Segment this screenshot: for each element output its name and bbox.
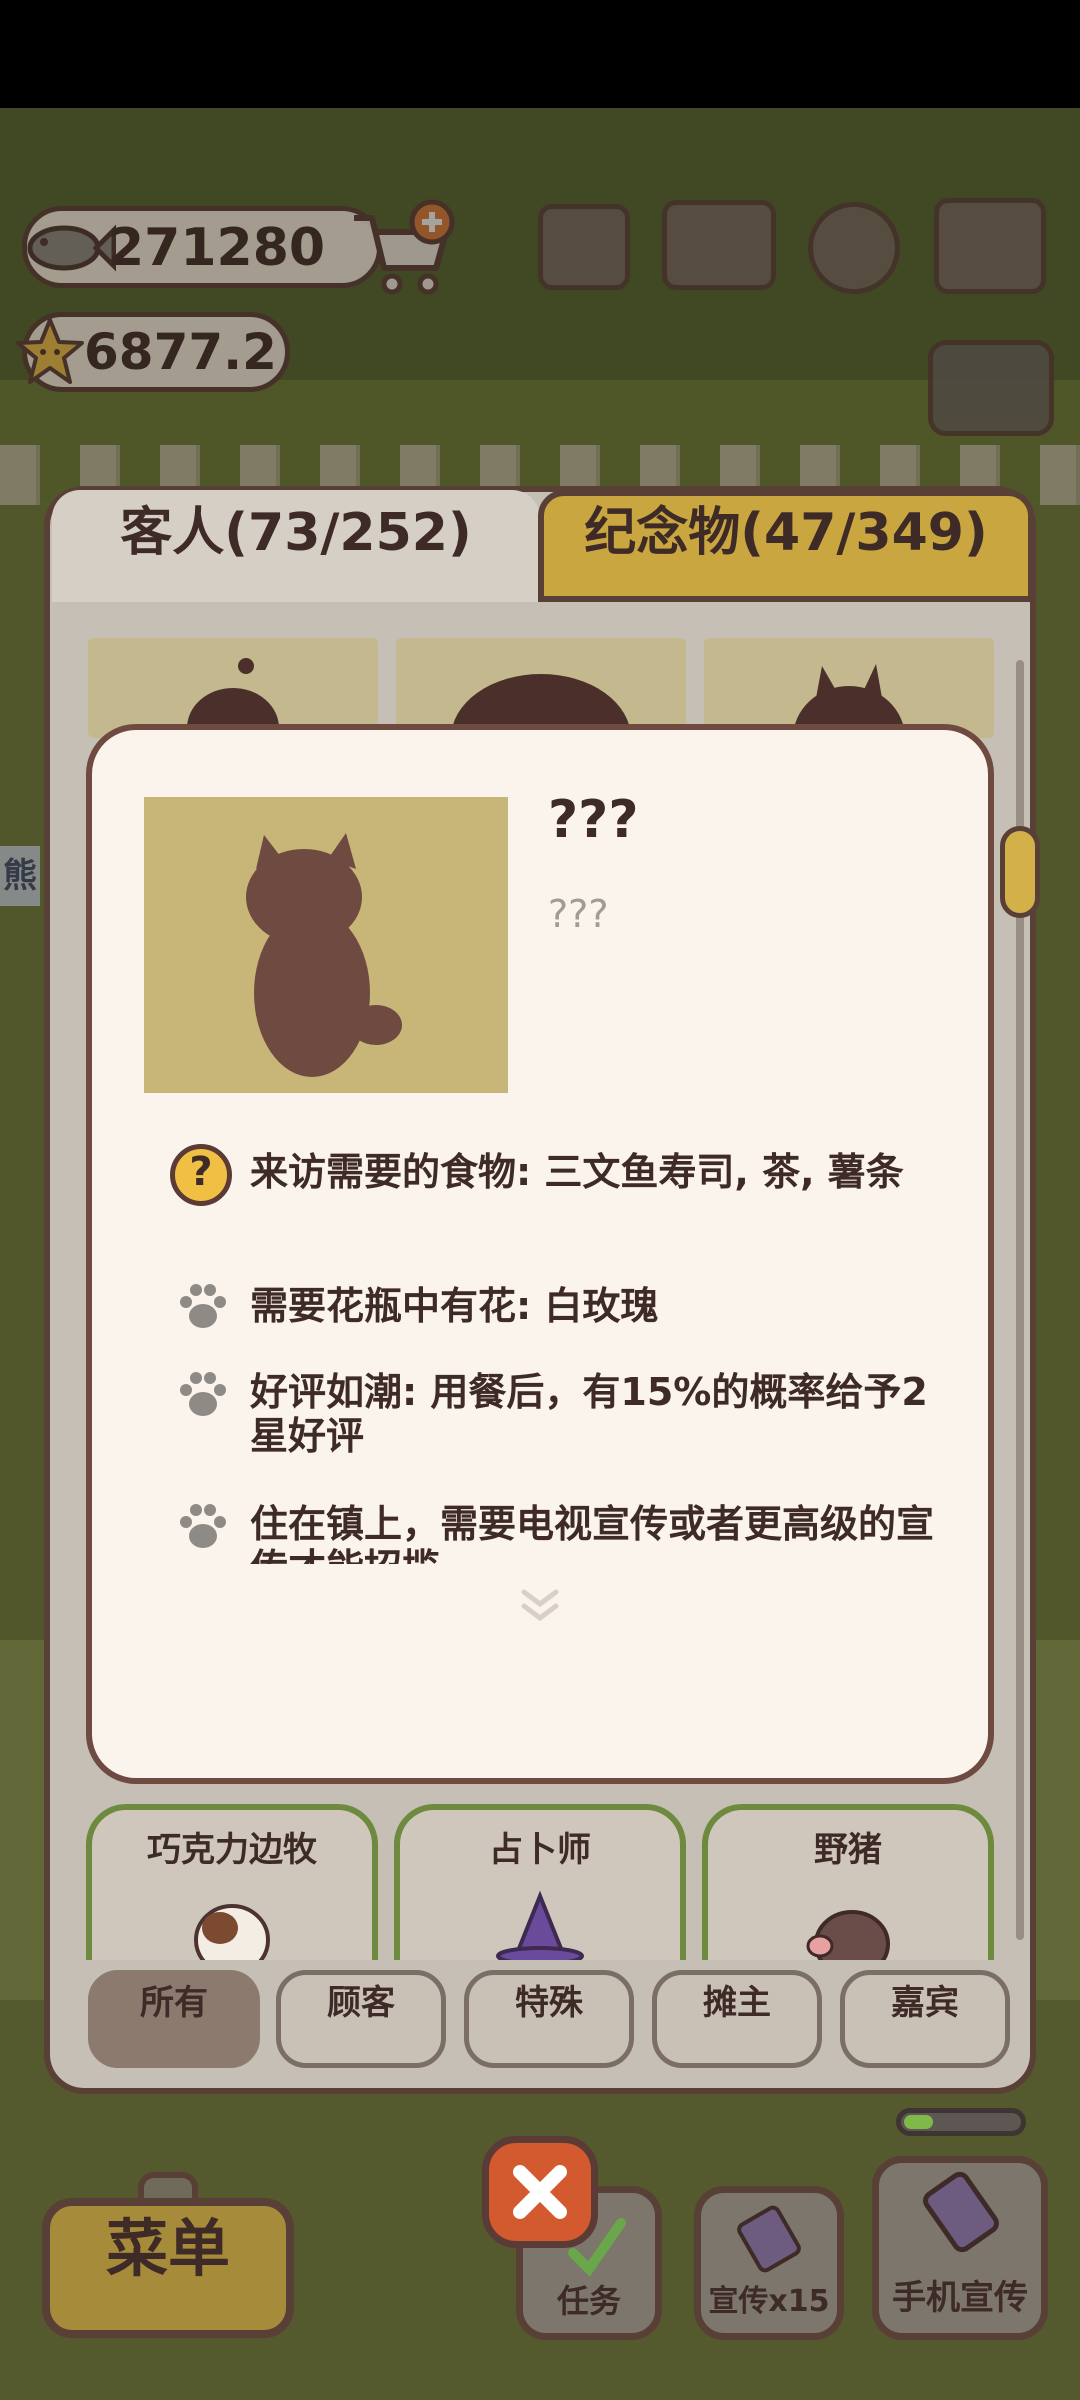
filter-all-button[interactable]: 所有	[88, 1970, 260, 2068]
guest-card-label: 占卜师	[489, 1830, 591, 1870]
tab-guests-label: 客人(73/252)	[120, 503, 472, 563]
paw-icon	[180, 1284, 226, 1328]
menu-label: 菜单	[105, 2212, 230, 2285]
filter-vendor-button[interactable]: 摊主	[652, 1970, 822, 2068]
silhouette-icon	[793, 664, 905, 790]
guest-portrait	[144, 797, 508, 1093]
status-bar	[0, 0, 1080, 108]
guest-subtitle: ???	[548, 892, 609, 936]
question-icon: ?	[170, 1144, 232, 1206]
scroll-more-chevron-icon	[521, 1589, 559, 1622]
promotion-progress-fill	[904, 2115, 933, 2129]
close-icon	[513, 2165, 567, 2219]
silhouette-icon	[451, 674, 631, 802]
phone-icon	[923, 2171, 999, 2253]
flyer-icon	[737, 2205, 801, 2273]
requirement-promotion: 住在镇上，需要电视宣传或者更高级的宣传才能招揽	[250, 1502, 935, 1564]
filter-special-button[interactable]: 特殊	[464, 1970, 634, 2068]
task-label: 任务	[556, 2282, 621, 2320]
guest-grid-card[interactable]	[396, 638, 686, 802]
guest-name: ???	[548, 790, 639, 850]
guest-card-label: 野猪	[814, 1830, 882, 1870]
cat-silhouette-icon	[246, 833, 402, 1077]
side-drawer-handle[interactable]	[1000, 826, 1040, 918]
guest-grid-card[interactable]	[704, 638, 994, 790]
paw-icon	[180, 1504, 226, 1548]
phone-promotion-label: 手机宣传	[892, 2278, 1028, 2318]
promotion-x15-label: 宣传x15	[708, 2284, 830, 2319]
requirement-flower: 需要花瓶中有花: 白玫瑰	[250, 1284, 659, 1328]
guest-card-label: 巧克力边牧	[147, 1830, 317, 1870]
filter-customer-button[interactable]: 顾客	[276, 1970, 446, 2068]
paw-icon	[180, 1372, 226, 1416]
requirement-review: 好评如潮: 用餐后，有15%的概率给予2星好评	[250, 1370, 928, 1458]
filter-guest-button[interactable]: 嘉宾	[840, 1970, 1010, 2068]
guest-grid-card[interactable]	[88, 638, 378, 768]
requirement-food: 来访需要的食物: 三文鱼寿司, 茶, 薯条	[250, 1150, 904, 1194]
tab-souvenirs-label: 纪念物(47/349)	[584, 503, 988, 563]
silhouette-icon	[187, 658, 279, 768]
